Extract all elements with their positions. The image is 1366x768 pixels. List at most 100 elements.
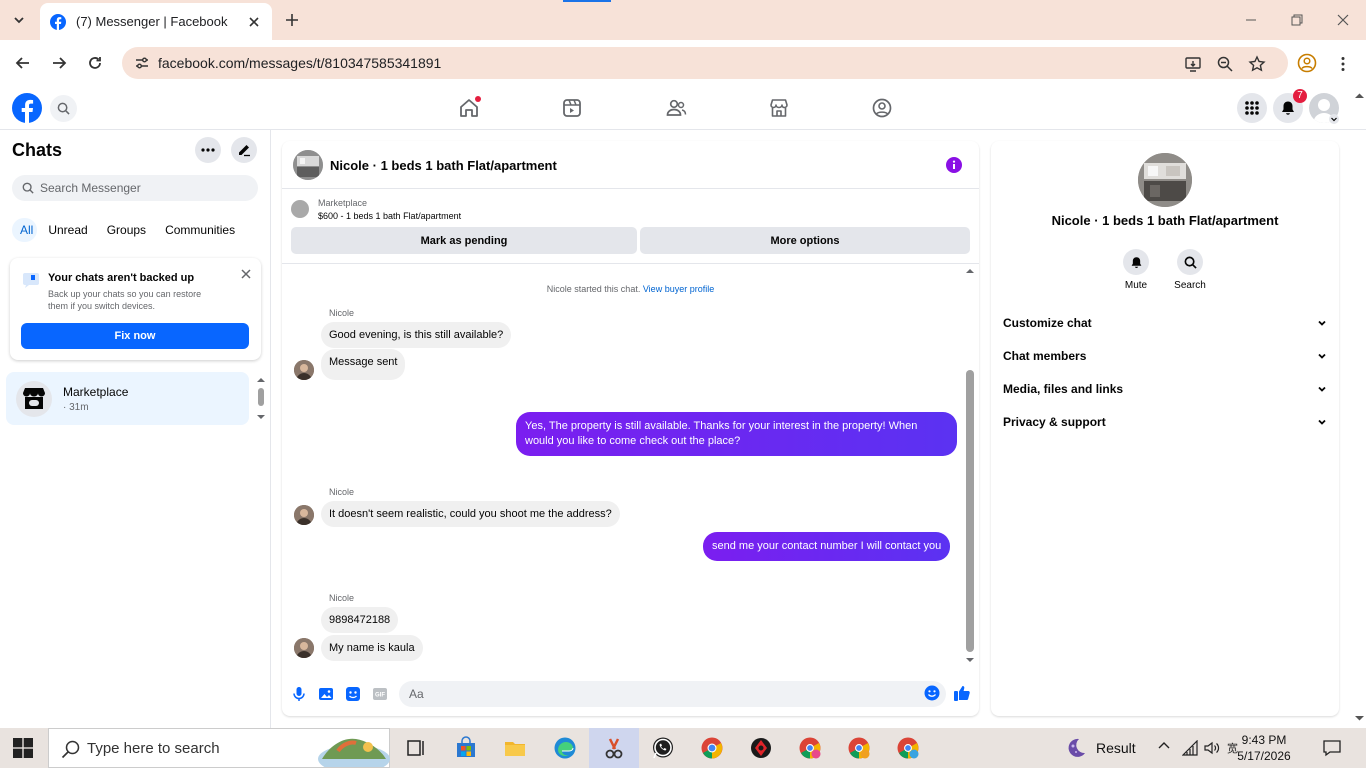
like-thumb-icon[interactable] [953, 684, 971, 702]
filter-communities[interactable]: Communities [157, 218, 243, 242]
messenger-search[interactable] [12, 175, 258, 201]
details-avatar[interactable] [1138, 153, 1192, 207]
chrome-profile-icon[interactable] [896, 736, 920, 760]
chat-backup-icon [23, 273, 39, 288]
chrome-icon[interactable] [700, 736, 724, 760]
windows-start-icon[interactable] [13, 738, 33, 758]
media-files-links-section[interactable]: Media, files and links [1003, 379, 1327, 399]
bookmark-star-icon[interactable] [1248, 55, 1266, 73]
incoming-message[interactable]: Message sent [321, 349, 406, 380]
minimize-icon[interactable] [1243, 12, 1259, 28]
account-chevron-icon[interactable] [1329, 114, 1339, 124]
sender-avatar[interactable] [294, 360, 314, 380]
mark-as-pending-button[interactable]: Mark as pending [291, 227, 637, 254]
mute-action[interactable]: Mute [1111, 249, 1161, 291]
close-banner-icon[interactable] [240, 268, 252, 280]
chat-title[interactable]: Nicole · 1 beds 1 bath Flat/apartment [330, 158, 557, 173]
search-icon [57, 102, 70, 115]
chat-scrollbar[interactable] [964, 265, 976, 668]
search-action[interactable]: Search [1165, 249, 1215, 291]
view-buyer-profile-link[interactable]: View buyer profile [643, 284, 714, 294]
outgoing-message[interactable]: Yes, The property is still available. Th… [516, 412, 957, 456]
address-bar[interactable]: facebook.com/messages/t/810347585341891 [122, 47, 1288, 79]
listing-thumbnail[interactable] [291, 200, 309, 218]
new-message-button[interactable] [231, 137, 257, 163]
chrome-profile-icon[interactable] [798, 736, 822, 760]
chrome-profile-icon[interactable] [847, 736, 871, 760]
message-input[interactable] [409, 687, 909, 701]
video-icon[interactable] [561, 97, 583, 119]
filter-unread[interactable]: Unread [40, 218, 95, 242]
tab-search-icon[interactable] [8, 9, 30, 31]
sticker-icon[interactable] [345, 686, 361, 702]
url-text[interactable]: facebook.com/messages/t/810347585341891 [158, 55, 441, 71]
conversation-item[interactable]: Marketplace · 31m [6, 372, 249, 425]
menu-button[interactable] [1237, 93, 1267, 123]
gif-icon[interactable]: GIF [372, 686, 388, 702]
incoming-message[interactable]: Good evening, is this still available? [321, 322, 512, 348]
friends-icon[interactable] [665, 97, 687, 119]
search-messenger-input[interactable] [40, 181, 240, 195]
fix-now-button[interactable]: Fix now [21, 323, 249, 349]
install-app-icon[interactable] [1184, 55, 1202, 73]
close-tab-icon[interactable] [246, 14, 262, 30]
chevron-up-icon[interactable] [1156, 738, 1172, 754]
incoming-message[interactable]: 9898472188 [321, 607, 399, 633]
sender-name: Nicole [329, 308, 355, 318]
microphone-icon[interactable] [291, 686, 307, 702]
photo-icon[interactable] [318, 686, 334, 702]
chat-options-button[interactable] [195, 137, 221, 163]
system-clock[interactable]: 9:43 PM 5/17/2026 [1226, 732, 1302, 764]
privacy-support-section[interactable]: Privacy & support [1003, 412, 1327, 432]
customize-chat-section[interactable]: Customize chat [1003, 313, 1327, 333]
taskbar-search[interactable]: Type here to search [48, 728, 390, 768]
forward-icon[interactable] [49, 53, 69, 73]
app-red-icon[interactable] [749, 736, 773, 760]
filter-groups[interactable]: Groups [99, 218, 154, 242]
weather-text[interactable]: Result [1096, 740, 1136, 756]
listing-price-title[interactable]: $600 - 1 beds 1 bath Flat/apartment [318, 211, 461, 221]
incoming-message[interactable]: It doesn't seem realistic, could you sho… [321, 501, 620, 527]
snipping-tool-icon[interactable] [602, 736, 626, 760]
marketplace-icon[interactable] [768, 97, 790, 119]
weather-moon-icon[interactable] [1064, 736, 1088, 760]
emoji-icon[interactable] [924, 685, 940, 701]
gaming-icon[interactable] [871, 97, 893, 119]
whatsapp-icon[interactable] [651, 736, 675, 760]
chat-avatar[interactable] [293, 150, 323, 180]
task-view-icon[interactable] [404, 736, 428, 760]
new-tab-icon[interactable] [282, 10, 302, 30]
back-icon[interactable] [13, 53, 33, 73]
close-window-icon[interactable] [1335, 12, 1351, 28]
chat-members-section[interactable]: Chat members [1003, 346, 1327, 366]
restore-icon[interactable] [1289, 12, 1305, 28]
zoom-icon[interactable] [1216, 55, 1234, 73]
profile-icon[interactable] [1297, 53, 1317, 73]
file-explorer-icon[interactable] [503, 736, 527, 760]
section-label: Media, files and links [1003, 382, 1124, 396]
microsoft-store-icon[interactable] [454, 736, 478, 760]
network-icon[interactable] [1182, 740, 1198, 756]
incoming-message[interactable]: My name is kaula [321, 635, 423, 661]
site-settings-icon[interactable] [134, 55, 150, 71]
info-icon[interactable] [946, 157, 962, 173]
page-scrollbar[interactable] [1353, 86, 1366, 728]
search-in-chat-button[interactable] [1177, 249, 1203, 275]
filter-all[interactable]: All [12, 218, 38, 242]
reload-icon[interactable] [85, 53, 105, 73]
facebook-logo-icon[interactable] [12, 93, 42, 123]
edge-browser-icon[interactable] [553, 736, 577, 760]
sidebar-scrollbar[interactable] [256, 375, 266, 421]
sender-avatar[interactable] [294, 638, 314, 658]
message-input-box[interactable] [399, 681, 946, 707]
facebook-search-button[interactable] [50, 95, 77, 122]
section-label: Customize chat [1003, 316, 1092, 330]
browser-menu-icon[interactable] [1334, 55, 1352, 73]
mute-button[interactable] [1123, 249, 1149, 275]
outgoing-message[interactable]: send me your contact number I will conta… [703, 532, 951, 561]
browser-tab[interactable]: (7) Messenger | Facebook [40, 3, 272, 40]
sender-avatar[interactable] [294, 505, 314, 525]
volume-icon[interactable] [1204, 740, 1220, 756]
notification-center-icon[interactable] [1322, 738, 1342, 758]
more-options-button[interactable]: More options [640, 227, 970, 254]
